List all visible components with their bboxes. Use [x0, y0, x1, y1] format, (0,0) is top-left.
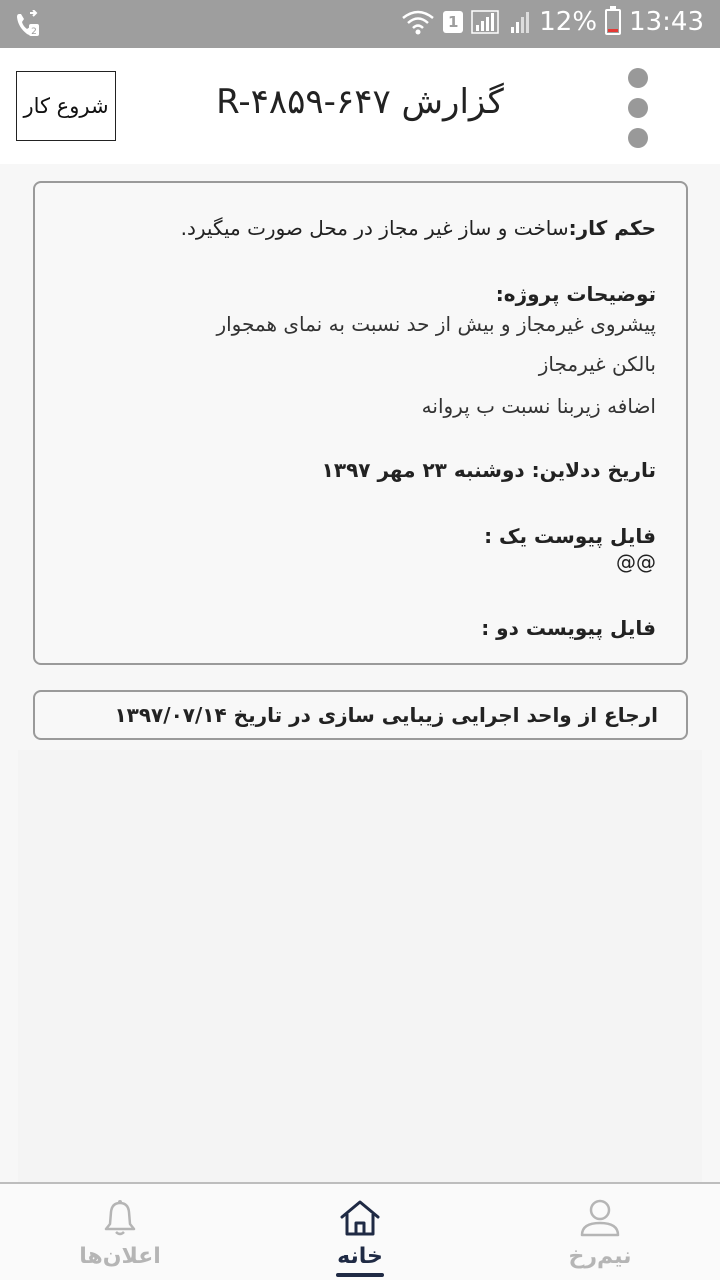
- work-order-value: ساخت و ساز غیر مجاز در محل صورت میگیرد.: [180, 216, 569, 240]
- battery-icon: [605, 6, 622, 35]
- signal-icon-2: [509, 9, 531, 35]
- clock: 13:43: [629, 7, 704, 37]
- project-description-line: اضافه زیربنا نسبت ب پروانه: [421, 394, 656, 418]
- attachment-one-link[interactable]: @@: [65, 551, 656, 573]
- active-tab-indicator: [336, 1273, 384, 1277]
- empty-content-area: [18, 750, 702, 1182]
- profile-icon: [578, 1198, 622, 1238]
- project-description-line: بالکن غیرمجاز: [538, 352, 656, 376]
- app-bar: شروع کار گزارش R-۴۸۵۹-۶۴۷: [0, 48, 720, 164]
- status-bar: 2 1 12% 13:43: [0, 0, 720, 48]
- attachment-two-label: فایل پیویست دو :: [481, 616, 656, 640]
- nav-home-label: خانه: [337, 1244, 383, 1269]
- home-icon: [338, 1198, 382, 1238]
- nav-notifications-label: اعلان‌ها: [79, 1244, 161, 1269]
- project-description-label: توضیحات پروژه:: [495, 282, 656, 306]
- battery-percent: 12%: [539, 7, 598, 37]
- work-order-row: حکم کار:ساخت و ساز غیر مجاز در محل صورت …: [65, 213, 656, 243]
- bell-icon: [100, 1198, 140, 1238]
- nav-notifications[interactable]: اعلان‌ها: [40, 1184, 200, 1280]
- project-description-line: پیشروی غیرمجاز و بیش از حد نسبت به نمای …: [216, 312, 656, 336]
- work-order-label: حکم کار:: [568, 216, 656, 240]
- report-details-card: حکم کار:ساخت و ساز غیر مجاز در محل صورت …: [33, 181, 688, 665]
- page-title: گزارش R-۴۸۵۹-۶۴۷: [216, 82, 504, 122]
- sim-slot-badge: 1: [443, 11, 464, 33]
- more-dot-icon: [628, 98, 648, 118]
- more-dot-icon: [628, 128, 648, 148]
- wifi-icon: [401, 9, 435, 35]
- svg-text:2: 2: [31, 27, 37, 37]
- more-dot-icon: [628, 68, 648, 88]
- nav-profile[interactable]: نیم‌رخ: [520, 1184, 680, 1280]
- deadline-value: دوشنبه ۲۳ مهر ۱۳۹۷: [321, 458, 525, 482]
- deadline-label: تاریخ ددلاین:: [531, 458, 656, 482]
- signal-icon: [471, 9, 501, 35]
- more-options-button[interactable]: [622, 68, 654, 148]
- nav-home[interactable]: خانه: [280, 1184, 440, 1280]
- referral-card: ارجاع از واحد اجرایی زیبایی سازی در تاری…: [33, 690, 688, 740]
- bottom-navigation: اعلان‌ها خانه نیم‌رخ: [0, 1182, 720, 1280]
- attachment-one-label: فایل پیوست یک :: [484, 524, 656, 548]
- call-forward-icon: 2: [14, 10, 42, 38]
- referral-text: ارجاع از واحد اجرایی زیبایی سازی در تاری…: [114, 703, 658, 727]
- nav-profile-label: نیم‌رخ: [568, 1244, 632, 1269]
- deadline-row: تاریخ ددلاین: دوشنبه ۲۳ مهر ۱۳۹۷: [65, 455, 656, 485]
